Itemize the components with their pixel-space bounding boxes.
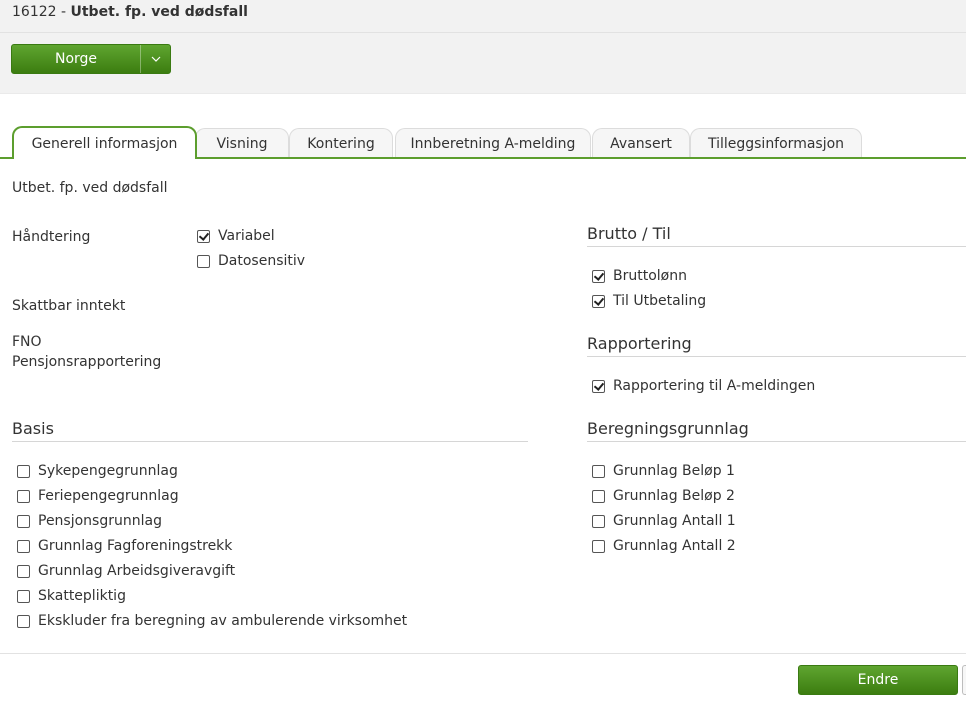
calc-basis-section-title: Beregningsgrunnlag bbox=[587, 419, 749, 438]
checkbox-label: Grunnlag Arbeidsgiveravgift bbox=[38, 563, 236, 579]
taxable-income-label: Skattbar inntekt bbox=[12, 298, 126, 314]
employer-tax-basis-checkbox[interactable]: Grunnlag Arbeidsgiveravgift bbox=[17, 563, 235, 579]
country-button[interactable]: Norge bbox=[12, 45, 140, 73]
checkbox-label: Variabel bbox=[218, 228, 275, 244]
reporting-section-title: Rapportering bbox=[587, 334, 692, 353]
basis-quantity-2-checkbox[interactable]: Grunnlag Antall 2 bbox=[592, 538, 736, 554]
checkbox-label: Sykepengegrunnlag bbox=[38, 463, 178, 479]
chevron-down-icon bbox=[151, 56, 160, 62]
checkbox-box bbox=[17, 589, 30, 603]
checkbox-label: Grunnlag Beløp 2 bbox=[613, 488, 735, 504]
basis-quantity-1-checkbox[interactable]: Grunnlag Antall 1 bbox=[592, 513, 736, 529]
checkbox-label: Skattepliktig bbox=[38, 588, 126, 604]
checkbox-box bbox=[592, 464, 605, 478]
pension-basis-checkbox[interactable]: Pensjonsgrunnlag bbox=[17, 513, 162, 529]
to-payout-checkbox[interactable]: Til Utbetaling bbox=[592, 293, 706, 309]
calc-basis-divider bbox=[587, 441, 966, 442]
tab-posting[interactable]: Kontering bbox=[289, 128, 393, 157]
page-title: 16122 - Utbet. fp. ved dødsfall bbox=[12, 4, 248, 20]
pay-code: 16122 bbox=[12, 4, 57, 20]
basis-amount-2-checkbox[interactable]: Grunnlag Beløp 2 bbox=[592, 488, 735, 504]
checkbox-box bbox=[17, 464, 30, 478]
secondary-button-edge[interactable] bbox=[962, 665, 966, 695]
sick-pay-basis-checkbox[interactable]: Sykepengegrunnlag bbox=[17, 463, 178, 479]
checkbox-box bbox=[197, 229, 210, 243]
checkbox-label: Bruttolønn bbox=[613, 268, 687, 284]
checkbox-label: Grunnlag Beløp 1 bbox=[613, 463, 735, 479]
tab-a-melding[interactable]: Innberetning A-melding bbox=[395, 128, 591, 157]
fno-label: FNO bbox=[12, 334, 42, 350]
checkbox-label: Feriepengegrunnlag bbox=[38, 488, 179, 504]
checkbox-box bbox=[17, 614, 30, 628]
checkbox-box bbox=[592, 294, 605, 308]
country-dropdown-toggle[interactable] bbox=[140, 45, 170, 73]
reporting-divider bbox=[587, 356, 966, 357]
pay-code-description: Utbet. fp. ved dødsfall bbox=[12, 180, 168, 196]
tab-general-information[interactable]: Generell informasjon bbox=[12, 126, 197, 161]
checkbox-label: Grunnlag Antall 2 bbox=[613, 538, 736, 554]
checkbox-box bbox=[17, 489, 30, 503]
checkbox-label: Rapportering til A-meldingen bbox=[613, 378, 816, 394]
gross-divider bbox=[587, 246, 966, 247]
holiday-pay-basis-checkbox[interactable]: Feriepengegrunnlag bbox=[17, 488, 179, 504]
exclude-ambulatory-checkbox[interactable]: Ekskluder fra beregning av ambulerende v… bbox=[17, 613, 407, 629]
checkbox-box bbox=[592, 539, 605, 553]
title-row: 16122 - Utbet. fp. ved dødsfall bbox=[0, 0, 966, 33]
union-deduction-basis-checkbox[interactable]: Grunnlag Fagforeningstrekk bbox=[17, 538, 232, 554]
checkbox-label: Til Utbetaling bbox=[613, 293, 707, 309]
checkbox-box bbox=[17, 539, 30, 553]
pension-reporting-label: Pensjonsrapportering bbox=[12, 354, 162, 370]
checkbox-label: Pensjonsgrunnlag bbox=[38, 513, 162, 529]
checkbox-box bbox=[17, 514, 30, 528]
tab-additional-information[interactable]: Tilleggsinformasjon bbox=[690, 128, 862, 157]
title-separator: - bbox=[56, 4, 71, 20]
checkbox-box bbox=[592, 269, 605, 283]
gross-section-title: Brutto / Til bbox=[587, 224, 671, 243]
basis-amount-1-checkbox[interactable]: Grunnlag Beløp 1 bbox=[592, 463, 735, 479]
gross-pay-checkbox[interactable]: Bruttolønn bbox=[592, 268, 687, 284]
date-sensitive-checkbox[interactable]: Datosensitiv bbox=[197, 253, 305, 269]
checkbox-label: Grunnlag Fagforeningstrekk bbox=[38, 538, 233, 554]
checkbox-box bbox=[592, 489, 605, 503]
tab-display[interactable]: Visning bbox=[195, 128, 289, 157]
tab-advanced[interactable]: Avansert bbox=[592, 128, 690, 157]
basis-section-title: Basis bbox=[12, 419, 54, 438]
checkbox-box bbox=[17, 564, 30, 578]
variable-checkbox[interactable]: Variabel bbox=[197, 228, 275, 244]
checkbox-label: Grunnlag Antall 1 bbox=[613, 513, 736, 529]
edit-button[interactable]: Endre bbox=[798, 665, 958, 695]
country-split-button: Norge bbox=[11, 44, 171, 74]
checkbox-box bbox=[592, 514, 605, 528]
handling-label: Håndtering bbox=[12, 229, 91, 245]
footer-divider bbox=[0, 653, 966, 654]
checkbox-box bbox=[197, 254, 210, 268]
pay-code-name: Utbet. fp. ved dødsfall bbox=[70, 4, 248, 20]
taxable-checkbox[interactable]: Skattepliktig bbox=[17, 588, 126, 604]
checkbox-label: Datosensitiv bbox=[218, 253, 306, 269]
basis-divider bbox=[12, 441, 528, 442]
report-a-melding-checkbox[interactable]: Rapportering til A-meldingen bbox=[592, 378, 815, 394]
checkbox-box bbox=[592, 379, 605, 393]
checkbox-label: Ekskluder fra beregning av ambulerende v… bbox=[38, 613, 408, 629]
